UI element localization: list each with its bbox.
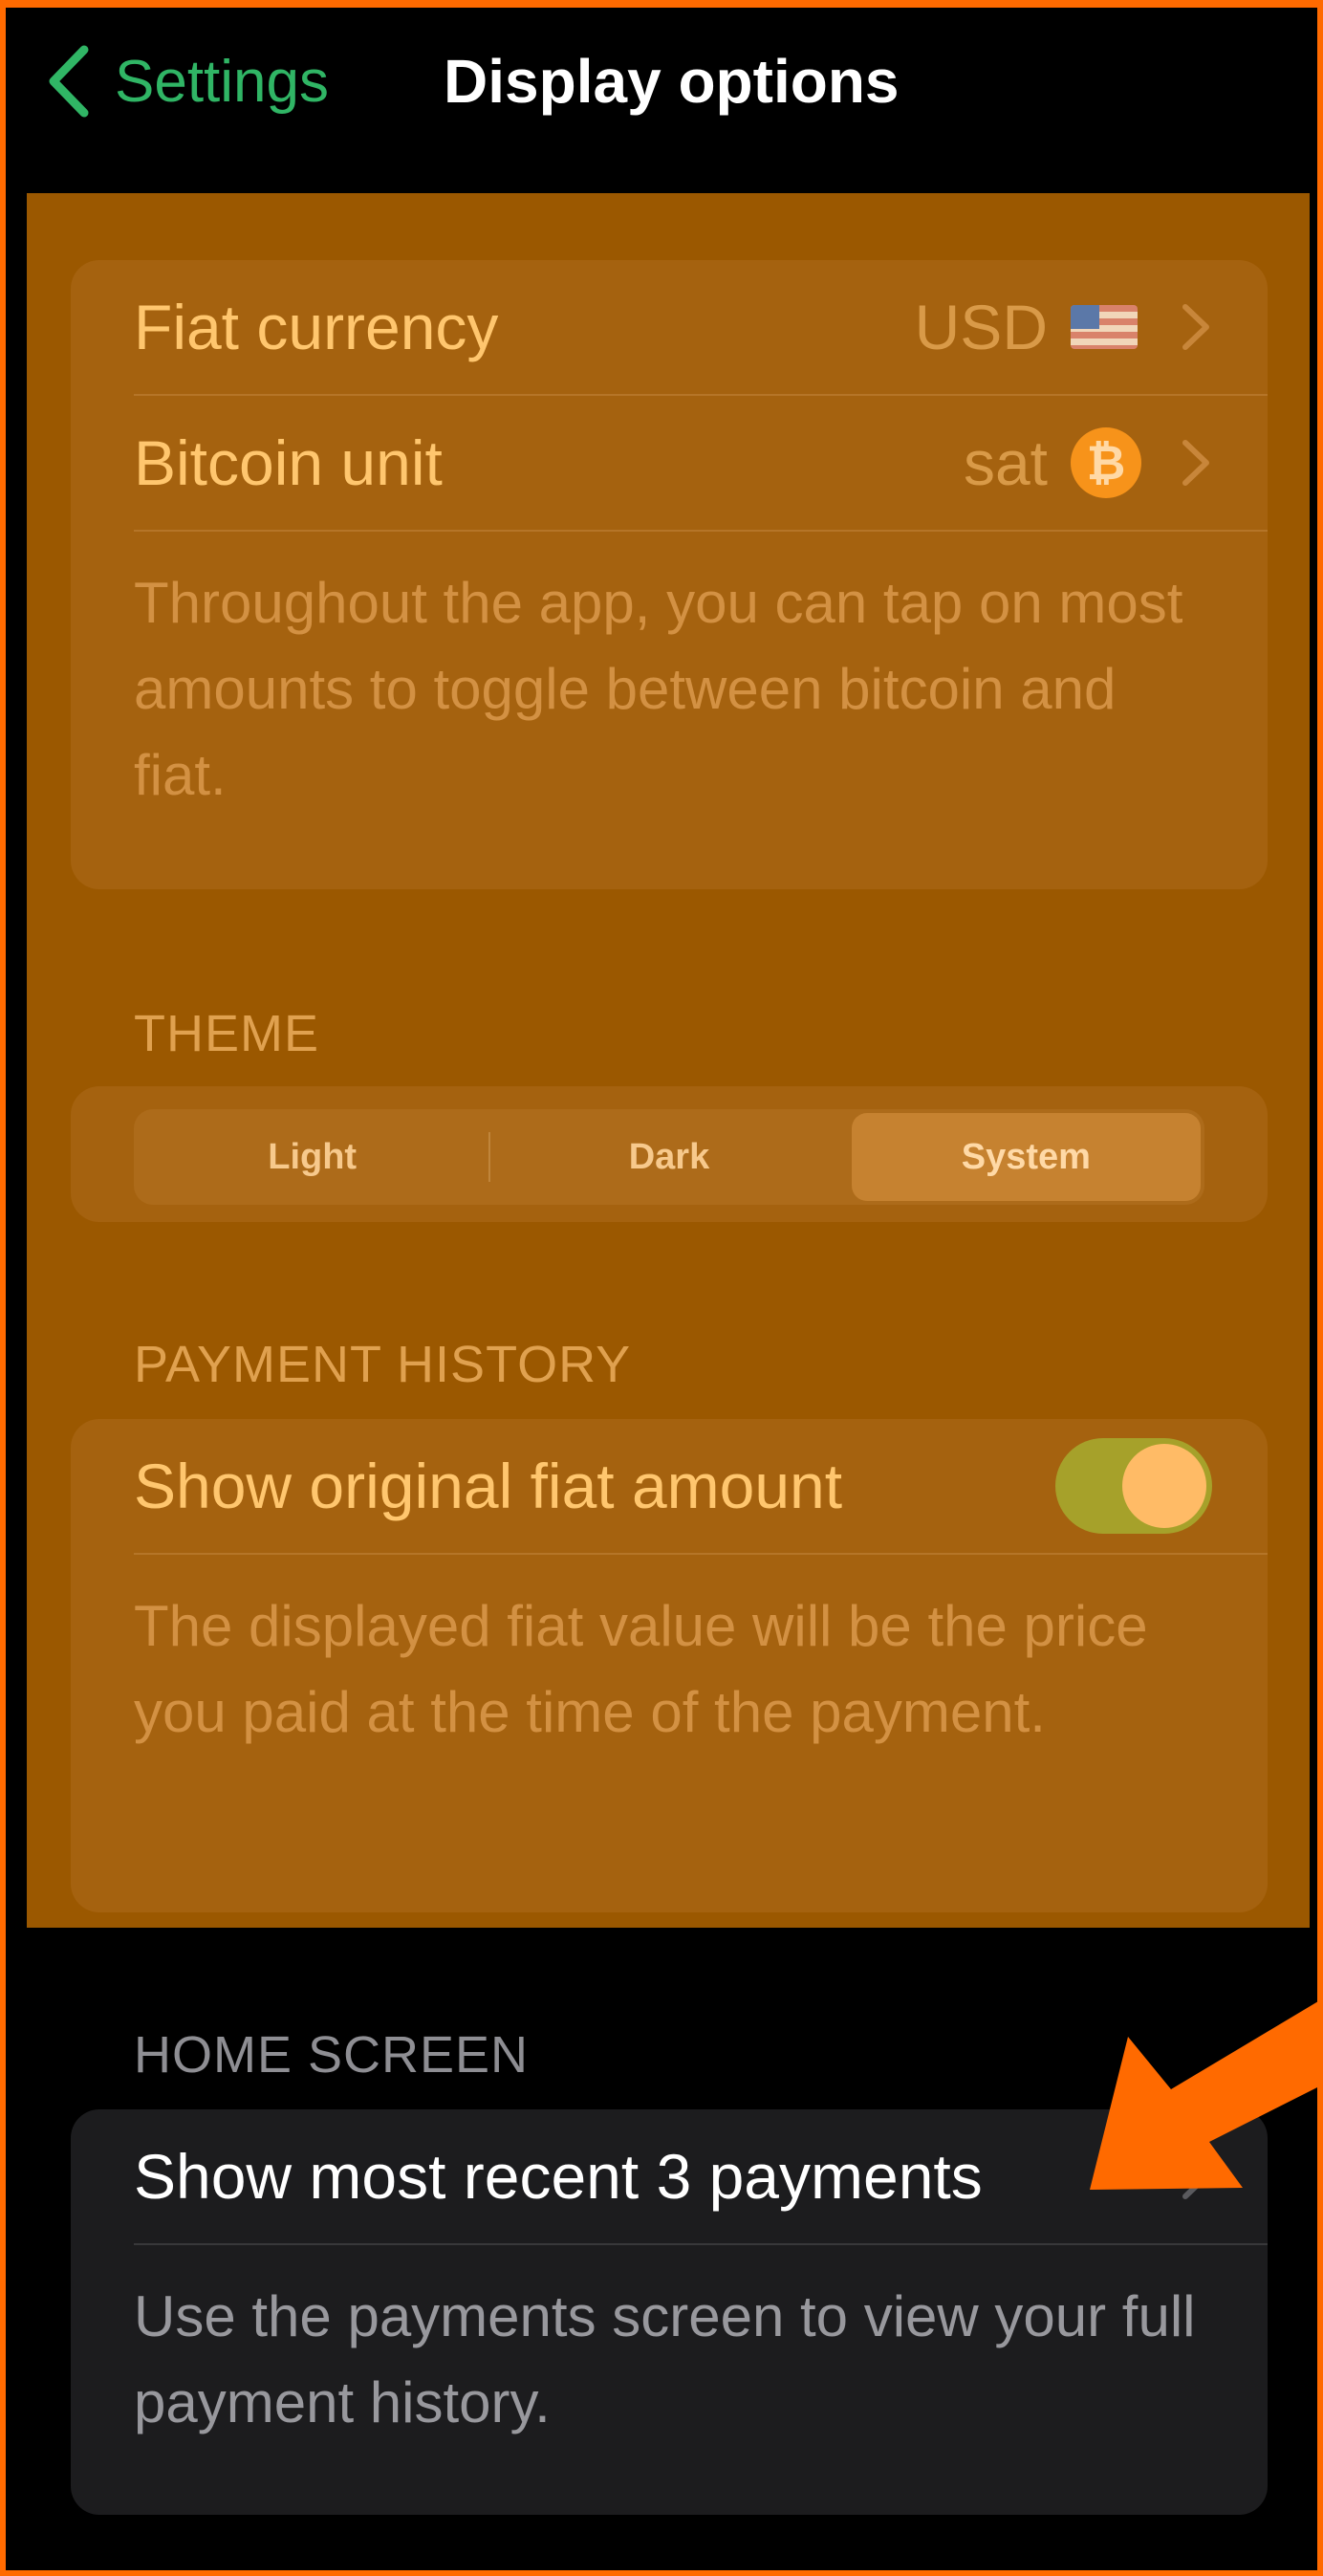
- back-button-label: Settings: [115, 48, 330, 115]
- home-screen-footnote: Use the payments screen to view your ful…: [134, 2284, 1196, 2434]
- theme-card: Light Dark System: [71, 1086, 1268, 1222]
- theme-option-dark[interactable]: Dark: [494, 1113, 843, 1201]
- payment-history-card: Show original fiat amount The displayed …: [71, 1419, 1268, 1912]
- original-fiat-toggle[interactable]: [1055, 1438, 1212, 1534]
- original-fiat-row: Show original fiat amount: [134, 1419, 1268, 1553]
- chevron-right-icon: [1182, 440, 1209, 486]
- back-button[interactable]: Settings: [46, 38, 329, 124]
- chevron-right-icon: [1182, 304, 1209, 350]
- fiat-currency-value: USD: [914, 292, 1048, 362]
- payment-history-footnote: The displayed fiat value will be the pri…: [134, 1594, 1148, 1744]
- bitcoin-unit-label: Bitcoin unit: [134, 427, 443, 498]
- theme-section-header: THEME: [134, 1005, 319, 1062]
- divider: [134, 1553, 1268, 1555]
- divider: [134, 530, 1268, 532]
- us-flag-icon: [1071, 305, 1138, 349]
- toggle-knob: [1122, 1444, 1206, 1528]
- payment-history-section-header: PAYMENT HISTORY: [134, 1336, 632, 1393]
- home-screen-card: Show most recent 3 payments Use the paym…: [71, 2109, 1268, 2515]
- theme-option-system[interactable]: System: [851, 1113, 1201, 1201]
- home-screen-section-header: HOME SCREEN: [134, 2026, 530, 2084]
- bitcoin-icon: ₿: [1071, 427, 1141, 498]
- theme-segmented-control: Light Dark System: [134, 1109, 1204, 1205]
- theme-option-light[interactable]: Light: [138, 1113, 491, 1201]
- chevron-left-icon: [49, 45, 89, 118]
- page-title: Display options: [444, 47, 900, 116]
- fiat-currency-label: Fiat currency: [134, 292, 499, 362]
- divider: [134, 2243, 1268, 2245]
- recent-payments-label: Show most recent 3 payments: [134, 2141, 983, 2212]
- original-fiat-label: Show original fiat amount: [134, 1451, 843, 1521]
- annotation-arrow-icon: [1090, 1998, 1323, 2190]
- fiat-currency-row[interactable]: Fiat currency USD: [134, 260, 1268, 394]
- currency-footnote: Throughout the app, you can tap on most …: [134, 571, 1183, 807]
- currency-card: Fiat currency USD Bitcoin unit sat ₿ Thr…: [71, 260, 1268, 889]
- bitcoin-unit-value: sat: [963, 427, 1048, 498]
- navigation-bar: Settings Display options: [0, 0, 1323, 163]
- bitcoin-unit-row[interactable]: Bitcoin unit sat ₿: [134, 396, 1268, 530]
